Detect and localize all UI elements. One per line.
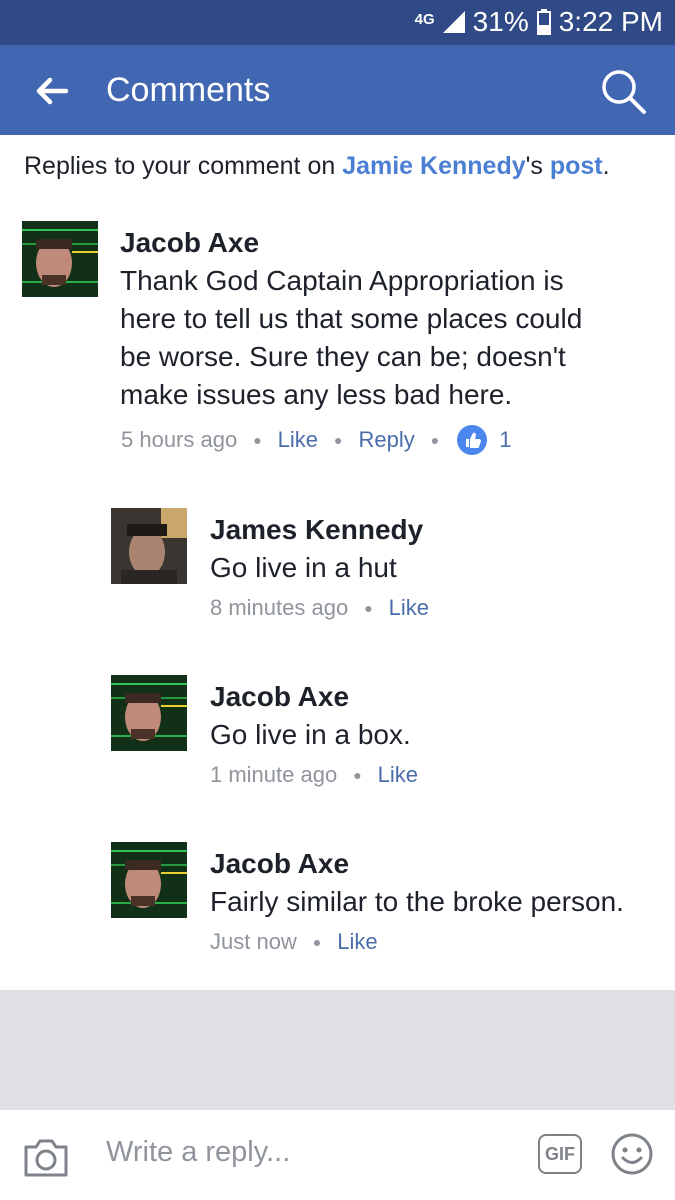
clock: 3:22 PM bbox=[558, 6, 663, 37]
comment-time: 8 minutes ago bbox=[210, 595, 349, 620]
comment-time: 5 hours ago bbox=[121, 427, 238, 452]
comment-meta: 8 minutes ago ● Like bbox=[210, 595, 430, 621]
status-bar: 4G 31% 3:22 PM bbox=[0, 0, 675, 45]
gif-button[interactable]: GIF bbox=[538, 1134, 582, 1174]
page-title: Comments bbox=[106, 71, 271, 109]
battery-icon bbox=[536, 9, 551, 35]
comment-time: Just now bbox=[210, 929, 297, 954]
battery-percent: 31% bbox=[472, 6, 529, 37]
comment-author[interactable]: Jacob Axe bbox=[120, 227, 259, 259]
signal-icon bbox=[442, 11, 465, 33]
comment-author[interactable]: Jacob Axe bbox=[210, 848, 349, 880]
arrow-left-icon[interactable] bbox=[32, 71, 72, 111]
comment-text: Go live in a box. bbox=[210, 719, 411, 750]
like-button[interactable]: Like bbox=[378, 762, 418, 788]
avatar[interactable] bbox=[111, 508, 187, 584]
avatar[interactable] bbox=[111, 675, 187, 751]
network-indicator: 4G bbox=[414, 11, 435, 28]
camera-icon[interactable] bbox=[22, 1135, 70, 1179]
comment-author[interactable]: James Kennedy bbox=[210, 514, 423, 546]
reaction-count[interactable]: 1 bbox=[499, 427, 511, 453]
comment-text: Thank God Captain Appropriation is here … bbox=[120, 265, 583, 410]
app-bar: Comments bbox=[0, 45, 675, 135]
comment-text: Fairly similar to the broke person. bbox=[210, 886, 624, 917]
like-button[interactable]: Like bbox=[389, 595, 429, 621]
reply-input[interactable]: Write a reply... bbox=[106, 1136, 290, 1169]
comment-time: 1 minute ago bbox=[210, 762, 338, 787]
comment-meta: Just now ● Like bbox=[210, 929, 378, 955]
replies-notice: Replies to your comment on Jamie Kennedy… bbox=[24, 152, 610, 180]
comment-author[interactable]: Jacob Axe bbox=[210, 681, 349, 713]
avatar[interactable] bbox=[22, 221, 98, 297]
profile-link[interactable]: Jamie Kennedy bbox=[342, 152, 525, 180]
empty-area bbox=[0, 990, 675, 1110]
reply-composer: Write a reply... GIF bbox=[0, 1110, 675, 1200]
reply-button[interactable]: Reply bbox=[359, 427, 415, 453]
comment-meta: 5 hours ago ● Like ● Reply ● 1 bbox=[121, 425, 511, 455]
emoji-icon[interactable] bbox=[610, 1132, 654, 1176]
post-link[interactable]: post bbox=[550, 152, 603, 180]
comment-meta: 1 minute ago ● Like bbox=[210, 762, 419, 788]
search-icon[interactable] bbox=[599, 67, 647, 115]
like-button[interactable]: Like bbox=[278, 427, 318, 453]
comment-text: Go live in a hut bbox=[210, 552, 397, 583]
avatar[interactable] bbox=[111, 842, 187, 918]
thumbs-up-icon[interactable] bbox=[457, 425, 488, 455]
like-button[interactable]: Like bbox=[337, 929, 377, 955]
